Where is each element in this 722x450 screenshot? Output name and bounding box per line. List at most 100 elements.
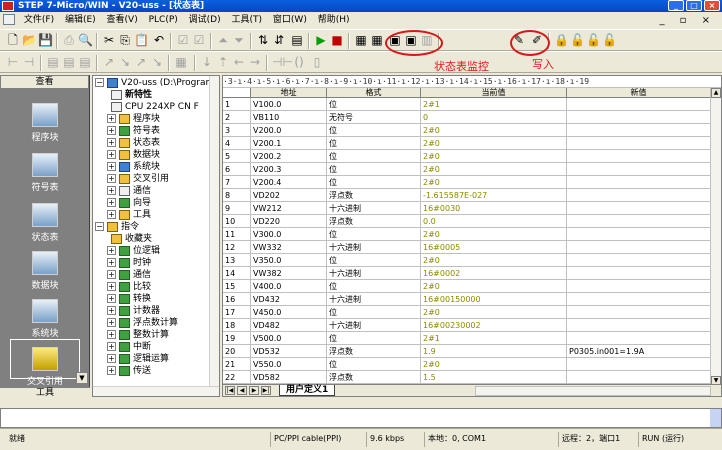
nav-status-chart[interactable]: 状态表 [0,203,90,243]
address-cell[interactable]: VD482 [251,319,327,332]
print-preview-icon[interactable]: 🔍 [78,34,93,47]
tree-item[interactable]: + 逻辑运算 [107,353,169,365]
table-row[interactable]: 6 V200.3 位 2#0 [223,163,711,176]
indent-icon[interactable]: ⊢ [6,56,20,69]
current-value-cell[interactable]: 2#0 [421,176,567,189]
tree-root[interactable]: − V20-uss (D:\Program [95,77,214,89]
nav-symbol-table[interactable]: 符号表 [0,153,90,193]
address-cell[interactable]: VW212 [251,202,327,215]
tree-item[interactable]: + 符号表 [107,125,160,137]
table-row[interactable]: 1 V100.0 位 2#1 [223,98,711,111]
table-row[interactable]: 8 VD202 浮点数 -1.615587E-027 [223,189,711,202]
tree-item[interactable]: + 整数计算 [107,329,169,341]
table-horizontal-scrollbar[interactable] [475,386,711,396]
current-value-cell[interactable]: 16#00150000 [421,293,567,306]
address-cell[interactable]: V350.0 [251,254,327,267]
address-cell[interactable]: VB110 [251,111,327,124]
tree-item[interactable]: + 时钟 [107,257,151,269]
scroll-up-icon[interactable]: ▲ [711,88,721,98]
sort-ascending-icon[interactable]: ⇅ [256,34,270,47]
address-cell[interactable]: V500.0 [251,332,327,345]
tree-item[interactable]: CPU 224XP CN F [111,101,199,113]
current-value-cell[interactable]: 2#0 [421,124,567,137]
new-value-cell[interactable] [567,163,711,176]
stop-icon[interactable]: ■ [330,34,344,47]
current-value-cell[interactable]: 2#1 [421,98,567,111]
delete-network-icon[interactable]: ↗ [134,56,148,69]
format-cell[interactable]: 十六进制 [327,319,421,332]
new-icon[interactable]: 🗋 [6,34,20,47]
table-row[interactable]: 13 V350.0 位 2#0 [223,254,711,267]
new-value-cell[interactable] [567,306,711,319]
table-row[interactable]: 3 V200.0 位 2#0 [223,124,711,137]
header-new-value[interactable]: 新值 [567,88,711,98]
table-row[interactable]: 10 VD220 浮点数 0.0 [223,215,711,228]
current-value-cell[interactable]: 16#0005 [421,241,567,254]
program-status-icon[interactable]: ▦ [354,34,368,47]
line-right-icon[interactable]: → [248,56,262,69]
tree-item[interactable]: + 比较 [107,281,151,293]
close-button[interactable]: × [704,0,720,11]
format-cell[interactable]: 十六进制 [327,241,421,254]
force-icon[interactable]: 🔒 [554,34,569,47]
format-cell[interactable]: 位 [327,280,421,293]
cut-icon[interactable]: ✂ [102,34,116,47]
new-value-cell[interactable] [567,215,711,228]
first-tab-icon[interactable]: |◀ [225,386,235,395]
tree-item[interactable]: 新特性 [111,89,152,101]
tree-vertical-scrollbar[interactable] [209,76,219,386]
format-cell[interactable]: 位 [327,163,421,176]
table-row[interactable]: 17 V450.0 位 2#0 [223,306,711,319]
format-cell[interactable]: 位 [327,98,421,111]
next-bookmark-icon[interactable]: ▤ [62,56,76,69]
nav-system-block[interactable]: 系统块 [0,299,90,339]
table-row[interactable]: 22 VD582 浮点数 1.5 [223,371,711,384]
upload-icon[interactable]: ⏶ [216,34,230,47]
new-value-cell[interactable]: P0305.in001=1.9A [567,345,711,358]
table-row[interactable]: 7 V200.4 位 2#0 [223,176,711,189]
format-cell[interactable]: 十六进制 [327,267,421,280]
sort-descending-icon[interactable]: ⇵ [272,34,286,47]
prev-tab-icon[interactable]: ◀ [237,386,247,395]
new-value-cell[interactable] [567,137,711,150]
current-value-cell[interactable]: -1.615587E-027 [421,189,567,202]
address-cell[interactable]: V550.0 [251,358,327,371]
address-cell[interactable]: V200.3 [251,163,327,176]
format-cell[interactable]: 浮点数 [327,345,421,358]
new-value-cell[interactable] [567,241,711,254]
new-value-cell[interactable] [567,150,711,163]
save-icon[interactable]: 💾 [38,34,53,47]
header-format[interactable]: 格式 [327,88,421,98]
insert-network-icon[interactable]: ↗ [102,56,116,69]
new-value-cell[interactable] [567,280,711,293]
table-vertical-scrollbar[interactable]: ▲ ▼ [710,88,721,386]
new-value-cell[interactable] [567,254,711,267]
next-tab-icon[interactable]: ▶ [249,386,259,395]
format-cell[interactable]: 位 [327,150,421,163]
tree-item[interactable]: + 状态表 [107,137,160,149]
line-left-icon[interactable]: ← [232,56,246,69]
format-cell[interactable]: 位 [327,332,421,345]
tree-item[interactable]: − 指令 [95,221,139,233]
current-value-cell[interactable]: 2#0 [421,228,567,241]
tree-item[interactable]: + 传送 [107,365,151,377]
address-cell[interactable]: V200.1 [251,137,327,150]
menu-edit[interactable]: 编辑(E) [61,12,100,29]
mdi-controls[interactable]: _ ▫ × [659,12,716,29]
table-row[interactable]: 20 VD532 浮点数 1.9 P0305.in001=1.9A [223,345,711,358]
options-icon[interactable]: ▤ [290,34,304,47]
nav-program-block[interactable]: 程序块 [0,103,90,143]
document-icon[interactable] [3,14,15,25]
new-value-cell[interactable] [567,189,711,202]
current-value-cell[interactable]: 2#0 [421,280,567,293]
address-cell[interactable]: V200.4 [251,176,327,189]
current-value-cell[interactable]: 1.5 [421,371,567,384]
minimize-button[interactable]: _ [668,0,684,11]
new-value-cell[interactable] [567,111,711,124]
unforce-icon[interactable]: 🔓 [570,34,585,47]
table-row[interactable]: 12 VW332 十六进制 16#0005 [223,241,711,254]
outdent-icon[interactable]: ⊣ [22,56,36,69]
tree-item[interactable]: + 工具 [107,209,151,221]
current-value-cell[interactable]: 2#0 [421,358,567,371]
prev-bookmark-icon[interactable]: ▤ [78,56,92,69]
